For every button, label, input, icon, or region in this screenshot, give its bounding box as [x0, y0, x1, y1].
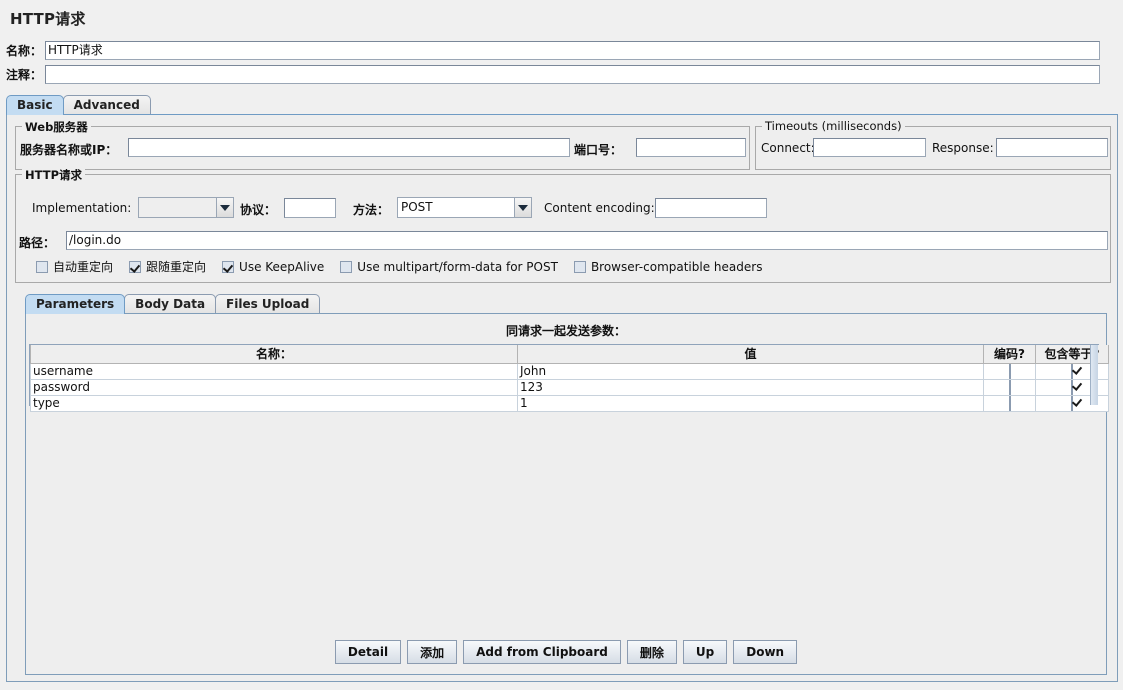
table-row[interactable]: password 123: [30, 378, 1109, 396]
checkbox-label: Use KeepAlive: [239, 259, 325, 274]
implementation-value: [139, 198, 216, 217]
chevron-down-icon: [514, 198, 531, 217]
timeouts-group-title: Timeouts (milliseconds): [762, 119, 905, 133]
checkbox-use-multipart[interactable]: Use multipart/form-data for POST: [340, 260, 558, 274]
checkbox-follow-redirects[interactable]: 跟随重定向: [129, 258, 206, 275]
checkbox-auto-redirect[interactable]: 自动重定向: [36, 258, 113, 275]
cell-param-value[interactable]: 123: [517, 378, 984, 396]
main-tabstrip: Basic Advanced: [6, 94, 151, 115]
column-header-value[interactable]: 值: [517, 345, 984, 364]
checkbox-label: Use multipart/form-data for POST: [357, 259, 558, 274]
parameters-table-container: 名称： 值 编码? 包含等于? username John password 1…: [29, 344, 1109, 412]
checkbox-checked-icon[interactable]: [1071, 396, 1073, 410]
column-header-name[interactable]: 名称：: [30, 345, 518, 364]
column-header-encode[interactable]: 编码?: [983, 345, 1036, 364]
cell-encode[interactable]: [983, 362, 1036, 380]
up-button[interactable]: Up: [682, 640, 728, 664]
parameters-heading: 同请求一起发送参数：: [505, 324, 626, 338]
cell-param-value[interactable]: John: [517, 362, 984, 380]
tab-parameters[interactable]: Parameters: [25, 294, 126, 314]
add-button[interactable]: 添加: [407, 640, 458, 664]
name-row: 名称： HTTP请求: [6, 41, 1118, 60]
detail-button[interactable]: Detail: [334, 640, 402, 664]
tab-basic[interactable]: Basic: [6, 95, 64, 115]
parameters-panel: 同请求一起发送参数： 名称： 值 编码? 包含等于? username John…: [25, 313, 1109, 675]
checkbox-box-icon: [573, 260, 586, 273]
add-from-clipboard-button[interactable]: Add from Clipboard: [463, 640, 621, 664]
response-timeout-input[interactable]: [996, 138, 1108, 157]
checkbox-checked-icon: [222, 260, 235, 273]
request-options-checkbox-row: 自动重定向 跟随重定向 Use KeepAlive Use multipart/…: [36, 258, 762, 275]
path-input[interactable]: /login.do: [66, 231, 1108, 250]
web-server-group-title: Web服务器: [22, 119, 91, 135]
http-request-group-title: HTTP请求: [22, 167, 86, 183]
parameters-tabstrip: Parameters Body Data Files Upload: [25, 293, 321, 314]
name-label: 名称：: [6, 44, 43, 58]
timeouts-group: Timeouts (milliseconds) Connect: Respons…: [755, 119, 1111, 170]
down-button[interactable]: Down: [733, 640, 798, 664]
protocol-input[interactable]: [284, 198, 336, 218]
cell-param-value[interactable]: 1: [517, 394, 984, 412]
server-name-label: 服务器名称或IP：: [20, 143, 118, 157]
method-label: 方法：: [353, 203, 390, 217]
path-label: 路径：: [19, 236, 56, 250]
cell-param-name[interactable]: password: [30, 378, 518, 396]
checkbox-box-icon: [340, 260, 353, 273]
tab-advanced[interactable]: Advanced: [62, 95, 151, 115]
response-timeout-label: Response:: [932, 141, 994, 155]
http-request-editor: HTTP请求 名称： HTTP请求 注释： Basic Advanced Web…: [0, 0, 1123, 690]
checkbox-checked-icon: [129, 260, 142, 273]
parameters-table: 名称： 值 编码? 包含等于? username John password 1…: [30, 345, 1109, 412]
checkbox-use-keepalive[interactable]: Use KeepAlive: [222, 260, 324, 274]
connect-timeout-label: Connect:: [761, 141, 815, 155]
checkbox-box-icon[interactable]: [1008, 396, 1011, 410]
comment-row: 注释：: [6, 65, 1118, 84]
checkbox-browser-compatible-headers[interactable]: Browser-compatible headers: [573, 259, 763, 274]
cell-encode[interactable]: [983, 394, 1036, 412]
checkbox-label: Browser-compatible headers: [590, 259, 763, 274]
table-row[interactable]: username John: [30, 362, 1109, 380]
server-name-input[interactable]: [128, 138, 570, 157]
checkbox-box-icon[interactable]: [1008, 380, 1011, 394]
tab-body-data[interactable]: Body Data: [124, 294, 217, 314]
checkbox-label: 自动重定向: [53, 260, 114, 274]
name-input[interactable]: HTTP请求: [45, 41, 1101, 60]
checkbox-label: 跟随重定向: [146, 260, 207, 274]
table-row[interactable]: type 1: [30, 394, 1109, 412]
cell-encode[interactable]: [983, 378, 1036, 396]
checkbox-box-icon: [36, 260, 48, 273]
basic-tab-panel: Web服务器 服务器名称或IP： 端口号： Timeouts (millisec…: [6, 114, 1118, 682]
chevron-down-icon: [216, 198, 233, 217]
http-request-group: HTTP请求 Implementation: 协议： 方法： POST Cont…: [15, 167, 1111, 283]
method-value: POST: [401, 200, 433, 214]
comment-input[interactable]: [45, 65, 1101, 84]
port-label: 端口号：: [574, 143, 623, 157]
table-header-row: 名称： 值 编码? 包含等于?: [30, 345, 1109, 364]
implementation-dropdown[interactable]: [138, 197, 234, 218]
checkbox-checked-icon[interactable]: [1071, 380, 1073, 394]
checkbox-checked-icon[interactable]: [1071, 364, 1073, 378]
delete-button[interactable]: 删除: [626, 640, 677, 664]
tab-files-upload[interactable]: Files Upload: [215, 294, 321, 314]
cell-param-name[interactable]: type: [30, 394, 518, 412]
port-input[interactable]: [636, 138, 746, 157]
method-dropdown[interactable]: POST: [397, 197, 532, 218]
protocol-label: 协议：: [240, 203, 277, 217]
content-encoding-label: Content encoding:: [544, 201, 655, 215]
checkbox-box-icon[interactable]: [1008, 364, 1011, 378]
parameters-button-row: Detail 添加 Add from Clipboard 删除 Up Down: [26, 640, 1106, 664]
page-title: HTTP请求: [10, 10, 86, 28]
connect-timeout-input[interactable]: [813, 138, 926, 157]
implementation-label: Implementation:: [32, 201, 132, 215]
table-scrollbar[interactable]: [1090, 345, 1098, 405]
comment-label: 注释：: [6, 68, 43, 82]
web-server-group: Web服务器 服务器名称或IP： 端口号：: [15, 119, 750, 170]
content-encoding-input[interactable]: [655, 198, 767, 218]
cell-param-name[interactable]: username: [30, 362, 518, 380]
